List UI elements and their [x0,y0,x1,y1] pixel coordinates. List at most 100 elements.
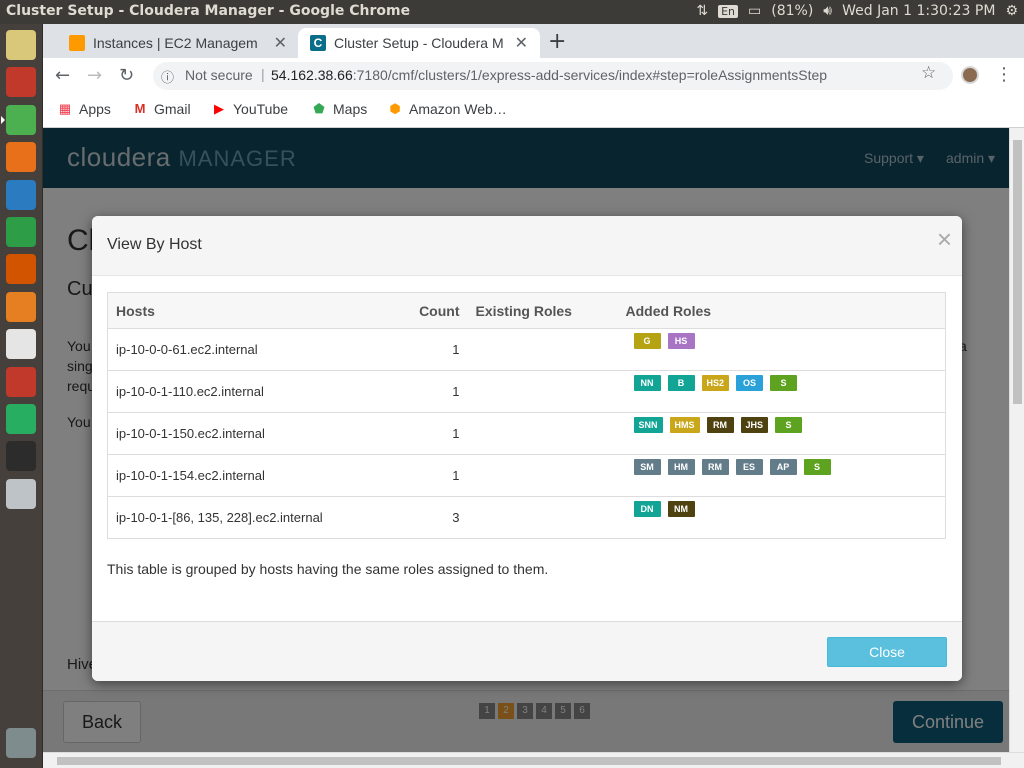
count-cell: 1 [407,454,468,497]
impress-icon[interactable] [6,254,36,285]
vertical-scrollbar[interactable] [1009,128,1024,752]
youtube-icon: ▶ [214,101,224,116]
role-badge[interactable]: DN [633,500,661,517]
role-badge[interactable]: SM [633,458,661,475]
role-badge[interactable]: HMS [669,416,700,433]
scrollbar-thumb[interactable] [57,757,1001,765]
role-badge[interactable]: JHS [740,416,769,433]
window-title: Cluster Setup - Cloudera Manager - Googl… [6,3,411,19]
existing-roles-cell [467,454,618,497]
bookmark-maps[interactable]: ⬟ Maps [311,101,367,117]
role-badge[interactable]: HM [667,458,695,475]
keyboard-sort-icon[interactable]: ⇅ [696,3,708,19]
tab-strip: Instances | EC2 Managem ✕ C Cluster Setu… [43,24,1024,58]
role-badge[interactable]: ES [735,458,763,475]
new-tab-button[interactable]: + [548,29,566,54]
aws-favicon-icon [69,35,85,51]
system-tray: ⇅ En ▭ (81%) 🔊︎ Wed Jan 1 1:30:23 PM ⚙ [696,3,1018,19]
role-badge[interactable]: NN [633,374,661,391]
existing-roles-cell [467,328,618,371]
role-badge[interactable]: S [770,374,798,391]
amazon-icon[interactable] [6,329,36,360]
bookmark-star-icon[interactable]: ☆ [921,63,936,83]
column-header-hosts: Hosts [107,292,408,329]
battery-icon[interactable]: ▭ [748,3,761,19]
added-roles-cell: NN B HS2 OS S [617,370,946,413]
calc-icon[interactable] [6,217,36,247]
role-badge[interactable]: AP [769,458,797,475]
files-icon[interactable] [6,67,36,98]
role-badges: G HS [626,332,938,349]
gmail-icon: M [134,101,146,116]
bookmark-amazon-web[interactable]: ⬢ Amazon Web… [387,101,506,117]
system-top-panel: Cluster Setup - Cloudera Manager - Googl… [0,0,1024,24]
address-separator: | [261,66,265,82]
bookmark-gmail[interactable]: M Gmail [132,101,191,117]
role-badge[interactable]: G [633,332,661,349]
back-arrow-icon[interactable]: ← [55,65,70,86]
profile-avatar[interactable] [961,66,979,84]
table-row: ip-10-0-1-[86, 135, 228].ec2.internal 3 DN… [107,496,946,539]
tab-cluster-setup[interactable]: C Cluster Setup - Cloudera M ✕ [298,28,540,58]
aws-icon: ⬢ [389,101,401,116]
ubuntu-dash-icon[interactable] [6,30,36,60]
bookmark-apps[interactable]: ▦ Apps [57,101,111,117]
count-cell: 1 [407,370,468,413]
added-roles-cell: DN NM [617,496,946,539]
role-badge[interactable]: HS [667,332,695,349]
text-editor-icon[interactable] [6,478,36,509]
existing-roles-cell [467,370,618,413]
added-roles-cell: SM HM RM ES AP S [617,454,946,497]
url-path: :7180/cmf/clusters/1/express-add-service… [352,67,828,83]
browser-menu-icon[interactable]: ⋮ [995,64,1013,85]
table-row: ip-10-0-1-150.ec2.internal 1 SNN HMS RM JHS S [107,412,946,455]
close-icon[interactable]: × [937,224,952,255]
language-indicator[interactable]: En [718,4,739,18]
role-badge[interactable]: RM [706,416,734,433]
host-cell: ip-10-0-0-61.ec2.internal [107,328,408,371]
firefox-icon[interactable] [6,142,36,173]
bookmarks-bar: ▦ Apps M Gmail ▶ YouTube ⬟ Maps ⬢ Amazon Web… [43,94,1024,128]
role-badges: SNN HMS RM JHS S [626,416,938,433]
horizontal-scrollbar[interactable] [43,752,1024,768]
role-badges: DN NM [626,500,938,517]
table-row: ip-10-0-0-61.ec2.internal 1 G HS [107,328,946,371]
maps-icon: ⬟ [313,101,325,116]
role-badges: NN B HS2 OS S [626,374,938,391]
close-tab-icon[interactable]: ✕ [515,33,528,53]
role-badge[interactable]: NM [667,500,695,517]
role-badge[interactable]: OS [736,374,764,391]
role-badge[interactable]: HS2 [701,374,730,391]
software-center-icon[interactable] [6,291,36,322]
running-indicator [1,115,5,124]
battery-percent: (81%) [771,3,814,19]
updater-icon[interactable] [6,404,36,434]
reload-icon[interactable]: ↻ [119,65,134,86]
clock[interactable]: Wed Jan 1 1:30:23 PM [842,3,995,19]
terminal-icon[interactable] [6,441,36,472]
trash-icon[interactable] [6,728,36,758]
role-badge[interactable]: B [667,374,695,391]
address-bar[interactable]: ⓘ Not secure | 54.162.38.66:7180/cmf/clu… [153,62,953,90]
scrollbar-thumb[interactable] [1013,140,1022,404]
column-header-existing-roles: Existing Roles [467,292,618,329]
close-tab-icon[interactable]: ✕ [274,33,287,53]
chrome-icon[interactable] [1,104,36,135]
close-button[interactable]: Close [827,637,947,667]
gear-icon[interactable]: ⚙ [1005,3,1018,19]
writer-icon[interactable] [6,179,36,210]
role-badge[interactable]: RM [701,458,729,475]
settings-icon[interactable] [6,366,36,397]
count-cell: 3 [407,496,468,539]
role-badge[interactable]: SNN [633,416,663,433]
role-badge[interactable]: S [775,416,803,433]
role-badge[interactable]: S [803,458,831,475]
volume-icon[interactable]: 🔊︎ [823,3,832,19]
bookmark-youtube[interactable]: ▶ YouTube [211,101,288,117]
tab-ec2[interactable]: Instances | EC2 Managem ✕ [57,28,299,58]
info-icon[interactable]: ⓘ [161,67,174,86]
host-cell: ip-10-0-1-[86, 135, 228].ec2.internal [107,496,408,539]
forward-arrow-icon[interactable]: → [87,65,102,86]
modal-backdrop[interactable]: View By Host × Hosts Count Existing Role… [43,128,1009,752]
count-cell: 1 [407,328,468,371]
